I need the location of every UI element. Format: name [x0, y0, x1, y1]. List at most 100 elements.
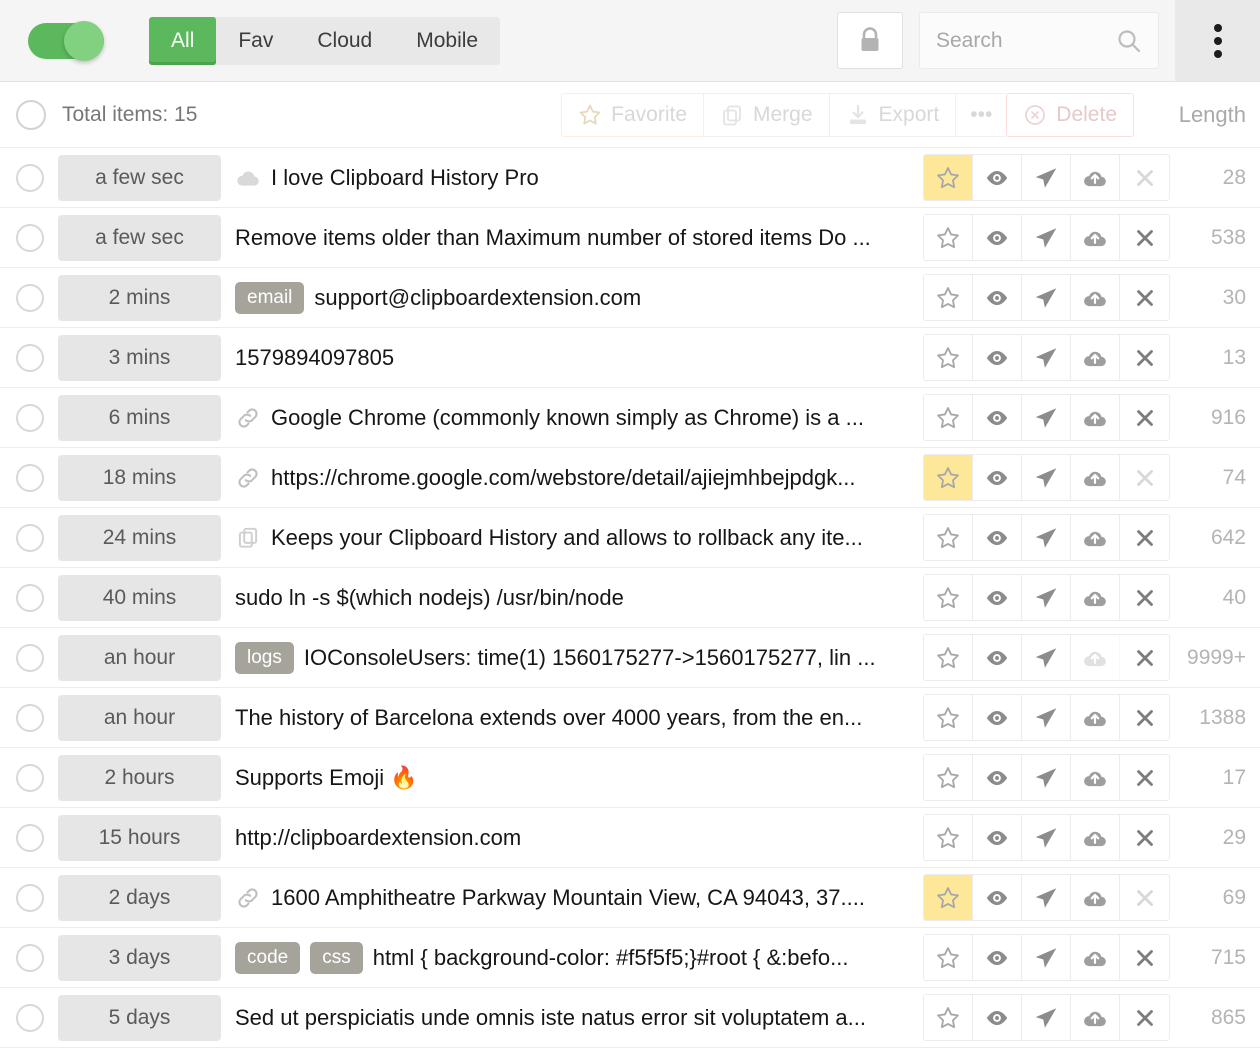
row-send-button[interactable] [1022, 995, 1071, 1040]
row-send-button[interactable] [1022, 515, 1071, 560]
row-cloud-upload-button[interactable] [1071, 215, 1120, 260]
row-send-button[interactable] [1022, 455, 1071, 500]
row-content[interactable]: sudo ln -s $(which nodejs) /usr/bin/node [235, 585, 923, 611]
row-checkbox[interactable] [16, 343, 44, 372]
row-content[interactable]: code css html { background-color: #f5f5f5;… [235, 941, 923, 974]
row-preview-button[interactable] [973, 635, 1022, 680]
table-row[interactable]: 3 mins 1579894097805 13 [0, 328, 1260, 388]
row-cloud-upload-button[interactable] [1071, 575, 1120, 620]
row-send-button[interactable] [1022, 575, 1071, 620]
more-bulk-button[interactable]: ••• [955, 92, 1007, 137]
row-preview-button[interactable] [973, 575, 1022, 620]
tab-all[interactable]: All [149, 16, 217, 65]
select-all-checkbox[interactable] [16, 99, 46, 130]
table-row[interactable]: 15 hours http://clipboardextension.com 29 [0, 808, 1260, 868]
row-content[interactable]: Keeps your Clipboard History and allows … [235, 525, 923, 551]
row-favorite-button[interactable] [924, 935, 973, 980]
row-close-button[interactable] [1120, 455, 1169, 500]
table-row[interactable]: 40 mins sudo ln -s $(which nodejs) /usr/b… [0, 568, 1260, 628]
row-cloud-upload-button[interactable] [1071, 515, 1120, 560]
row-checkbox[interactable] [16, 223, 44, 252]
row-content[interactable]: logs IOConsoleUsers: time(1) 1560175277->… [235, 641, 923, 674]
row-content[interactable]: https://chrome.google.com/webstore/detai… [235, 465, 923, 491]
row-content[interactable]: http://clipboardextension.com [235, 825, 923, 851]
tab-mobile[interactable]: Mobile [394, 17, 500, 65]
row-favorite-button[interactable] [924, 755, 973, 800]
row-cloud-upload-button[interactable] [1071, 995, 1120, 1040]
row-cloud-upload-button[interactable] [1071, 395, 1120, 440]
row-send-button[interactable] [1022, 635, 1071, 680]
row-cloud-upload-button[interactable] [1071, 815, 1120, 860]
row-favorite-button[interactable] [924, 995, 973, 1040]
row-close-button[interactable] [1120, 995, 1169, 1040]
row-checkbox[interactable] [16, 883, 44, 912]
row-content[interactable]: I love Clipboard History Pro [235, 165, 923, 191]
row-close-button[interactable] [1120, 155, 1169, 200]
row-close-button[interactable] [1120, 935, 1169, 980]
table-row[interactable]: a few sec I love Clipboard History Pro 28 [0, 148, 1260, 208]
row-favorite-button[interactable] [924, 875, 973, 920]
row-close-button[interactable] [1120, 215, 1169, 260]
row-cloud-upload-button[interactable] [1071, 335, 1120, 380]
row-cloud-upload-button[interactable] [1071, 455, 1120, 500]
row-checkbox[interactable] [16, 943, 44, 972]
row-close-button[interactable] [1120, 635, 1169, 680]
row-preview-button[interactable] [973, 755, 1022, 800]
row-preview-button[interactable] [973, 515, 1022, 560]
lock-button[interactable] [837, 12, 903, 69]
row-preview-button[interactable] [973, 995, 1022, 1040]
row-cloud-upload-button[interactable] [1071, 935, 1120, 980]
tab-cloud[interactable]: Cloud [295, 17, 394, 65]
row-checkbox[interactable] [16, 823, 44, 852]
row-favorite-button[interactable] [924, 215, 973, 260]
row-close-button[interactable] [1120, 335, 1169, 380]
row-checkbox[interactable] [16, 583, 44, 612]
row-checkbox[interactable] [16, 703, 44, 732]
row-preview-button[interactable] [973, 455, 1022, 500]
row-send-button[interactable] [1022, 395, 1071, 440]
row-cloud-upload-button[interactable] [1071, 695, 1120, 740]
table-row[interactable]: 24 mins Keeps your Clipboard History and … [0, 508, 1260, 568]
table-row[interactable]: 6 mins Google Chrome (commonly known simp… [0, 388, 1260, 448]
row-favorite-button[interactable] [924, 395, 973, 440]
overflow-menu-button[interactable] [1175, 0, 1260, 81]
row-content[interactable]: Supports Emoji 🔥 [235, 765, 923, 791]
row-close-button[interactable] [1120, 515, 1169, 560]
row-tag[interactable]: email [235, 281, 305, 314]
row-content[interactable]: Remove items older than Maximum number o… [235, 225, 923, 251]
row-favorite-button[interactable] [924, 155, 973, 200]
row-favorite-button[interactable] [924, 815, 973, 860]
row-tag[interactable]: logs [235, 641, 294, 674]
table-row[interactable]: 2 hours Supports Emoji 🔥 17 [0, 748, 1260, 808]
row-preview-button[interactable] [973, 155, 1022, 200]
row-send-button[interactable] [1022, 815, 1071, 860]
table-row[interactable]: 3 days code css html { background-color: #f… [0, 928, 1260, 988]
row-send-button[interactable] [1022, 215, 1071, 260]
row-preview-button[interactable] [973, 275, 1022, 320]
row-cloud-upload-button[interactable] [1071, 875, 1120, 920]
row-send-button[interactable] [1022, 755, 1071, 800]
row-favorite-button[interactable] [924, 635, 973, 680]
row-favorite-button[interactable] [924, 275, 973, 320]
export-bulk-button[interactable]: Export [828, 92, 956, 137]
row-content[interactable]: Google Chrome (commonly known simply as … [235, 405, 923, 431]
row-favorite-button[interactable] [924, 515, 973, 560]
tab-fav[interactable]: Fav [216, 17, 295, 65]
row-cloud-upload-button[interactable] [1071, 635, 1120, 680]
row-preview-button[interactable] [973, 395, 1022, 440]
row-close-button[interactable] [1120, 575, 1169, 620]
row-content[interactable]: The history of Barcelona extends over 40… [235, 705, 923, 731]
row-cloud-upload-button[interactable] [1071, 155, 1120, 200]
row-favorite-button[interactable] [924, 335, 973, 380]
table-row[interactable]: a few sec Remove items older than Maximum… [0, 208, 1260, 268]
row-close-button[interactable] [1120, 875, 1169, 920]
row-send-button[interactable] [1022, 935, 1071, 980]
row-favorite-button[interactable] [924, 455, 973, 500]
row-close-button[interactable] [1120, 695, 1169, 740]
row-checkbox[interactable] [16, 1003, 44, 1032]
row-send-button[interactable] [1022, 695, 1071, 740]
delete-bulk-button[interactable]: Delete [1006, 92, 1134, 137]
row-tag[interactable]: css [310, 941, 363, 974]
row-close-button[interactable] [1120, 755, 1169, 800]
row-checkbox[interactable] [16, 403, 44, 432]
